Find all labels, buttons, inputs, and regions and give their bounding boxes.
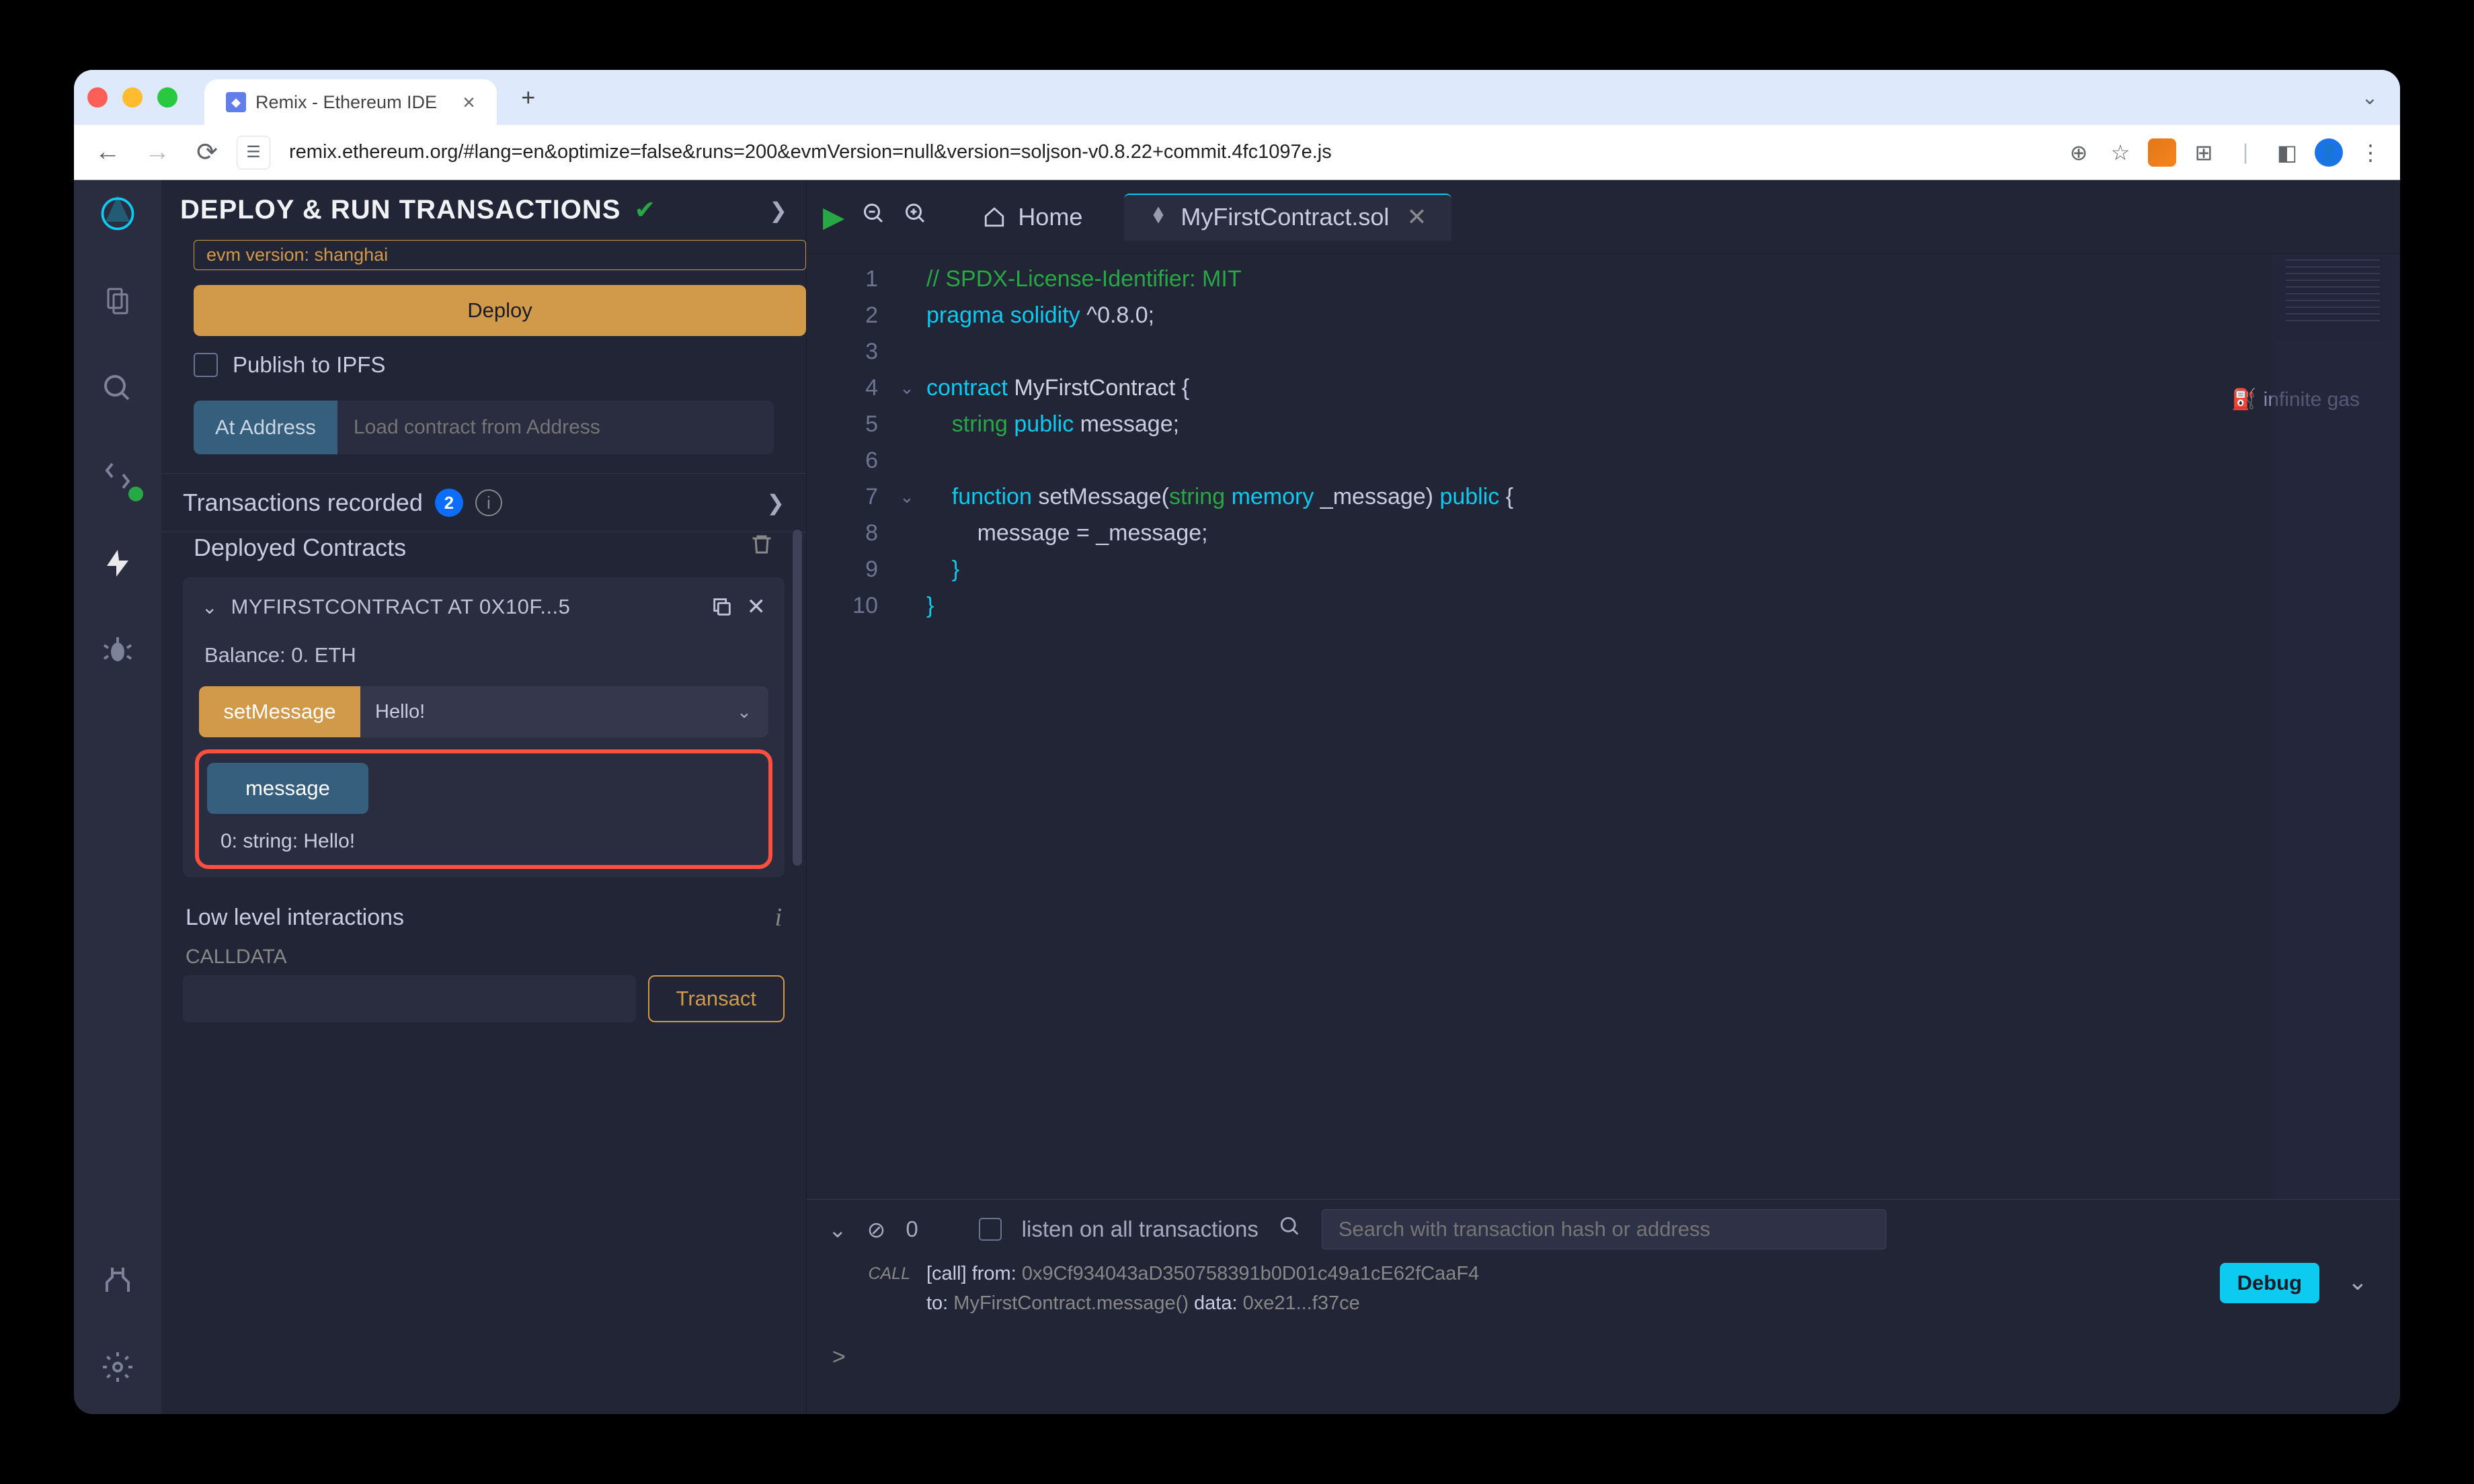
at-address-button[interactable]: At Address (194, 401, 337, 454)
window-controls (87, 87, 204, 108)
contract-collapse-icon[interactable]: ⌄ (202, 596, 217, 618)
gas-pump-icon: ⛽ (2231, 382, 2256, 418)
copy-address-icon[interactable] (711, 595, 733, 618)
calldata-label: CALLDATA (161, 944, 806, 975)
zoom-in-icon[interactable] (904, 202, 928, 233)
deploy-run-panel: DEPLOY & RUN TRANSACTIONS ✔ ❯ evm versio… (161, 180, 807, 1414)
publish-ipfs-checkbox[interactable] (194, 353, 218, 377)
nav-reload-button[interactable]: ⟳ (187, 132, 227, 173)
file-tab-label: MyFirstContract.sol (1181, 203, 1389, 231)
solidity-file-icon (1148, 203, 1168, 231)
tab-dropdown-icon[interactable]: ⌄ (2353, 81, 2387, 114)
browser-menu-icon[interactable]: ⋮ (2354, 136, 2387, 169)
fold-icon[interactable]: ⌄ (894, 479, 920, 515)
remix-favicon: ◆ (226, 92, 246, 112)
sidepanel-icon[interactable]: ◧ (2271, 136, 2303, 169)
extensions-icon[interactable]: ⊞ (2188, 136, 2220, 169)
deploy-button[interactable]: Deploy (194, 285, 806, 336)
window-maximize-btn[interactable] (157, 87, 177, 108)
code-editor[interactable]: 12345678910 ⌄⌄ // SPDX-License-Identifie… (807, 254, 2400, 1199)
window-close-btn[interactable] (87, 87, 108, 108)
fold-icon[interactable]: ⌄ (894, 370, 920, 406)
site-info-icon[interactable]: ☰ (237, 136, 270, 169)
debug-chevron-icon[interactable]: ⌄ (2348, 1267, 2368, 1296)
clear-console-icon[interactable]: ⊘ (867, 1217, 886, 1243)
panel-title: DEPLOY & RUN TRANSACTIONS (180, 195, 621, 225)
bookmark-icon[interactable]: ☆ (2104, 136, 2137, 169)
setmessage-input[interactable] (360, 686, 720, 737)
browser-chrome: ◆ Remix - Ethereum IDE × + ⌄ ← → ⟳ ☰ rem… (74, 70, 2400, 180)
tx-recorded-label: Transactions recorded (183, 489, 423, 517)
home-tab-label: Home (1018, 203, 1082, 231)
nav-back-button[interactable]: ← (87, 132, 128, 173)
contract-name: MYFIRSTCONTRACT AT 0X10F...5 (231, 595, 696, 619)
check-icon: ✔ (634, 195, 655, 225)
terminal-collapse-icon[interactable]: ⌄ (828, 1217, 847, 1243)
remove-contract-icon[interactable]: ✕ (747, 593, 766, 620)
debug-button[interactable]: Debug (2220, 1263, 2319, 1303)
zoom-out-icon[interactable] (862, 202, 886, 233)
line-gutter: 12345678910 (807, 254, 894, 1199)
deployed-contract-card: ⌄ MYFIRSTCONTRACT AT 0X10F...5 ✕ Balance… (183, 577, 785, 877)
publish-ipfs-label: Publish to IPFS (233, 352, 385, 378)
window-minimize-btn[interactable] (122, 87, 143, 108)
remix-logo-icon[interactable] (97, 194, 138, 234)
panel-chevron-icon[interactable]: ❯ (769, 198, 787, 223)
terminal-search-input[interactable] (1322, 1209, 1886, 1249)
close-tab-icon[interactable]: ✕ (1406, 203, 1427, 231)
debugger-icon[interactable] (97, 630, 138, 671)
tx-count-badge: 2 (435, 489, 463, 517)
terminal-search-icon[interactable] (1279, 1215, 1302, 1243)
tx-chevron-icon[interactable]: ❯ (766, 490, 785, 516)
pending-tx-count: 0 (906, 1217, 918, 1242)
call-tag: CALL (823, 1259, 910, 1288)
lowlevel-info-icon[interactable]: i (774, 903, 782, 932)
lowlevel-label: Low level interactions (186, 905, 404, 931)
tab-close-icon[interactable]: × (463, 90, 475, 115)
compiler-icon[interactable] (97, 456, 138, 496)
plugin-manager-icon[interactable] (97, 1260, 138, 1300)
contract-balance: Balance: 0. ETH (183, 636, 785, 686)
listen-label: listen on all transactions (1022, 1217, 1259, 1242)
browser-tab[interactable]: ◆ Remix - Ethereum IDE × (204, 79, 497, 125)
tab-title: Remix - Ethereum IDE (255, 92, 437, 113)
at-address-input[interactable] (337, 401, 774, 454)
settings-icon[interactable] (97, 1347, 138, 1387)
search-icon[interactable] (97, 368, 138, 409)
file-tab[interactable]: MyFirstContract.sol ✕ (1124, 194, 1451, 241)
message-button[interactable]: message (207, 763, 368, 814)
calldata-input[interactable] (183, 975, 636, 1022)
minimap[interactable] (2272, 254, 2400, 1199)
evm-version-badge: evm version: shanghai (194, 240, 806, 270)
deployed-contracts-label: Deployed Contracts (194, 534, 406, 562)
metamask-extension-icon[interactable] (2146, 136, 2178, 169)
info-icon[interactable]: i (475, 489, 502, 516)
nav-forward-button[interactable]: → (137, 132, 177, 173)
run-script-icon[interactable]: ▶ (823, 200, 844, 233)
code-content[interactable]: // SPDX-License-Identifier: MIT pragma s… (920, 254, 2400, 1199)
listen-checkbox[interactable] (979, 1218, 1002, 1241)
setmessage-button[interactable]: setMessage (199, 686, 360, 737)
home-tab[interactable]: Home (959, 194, 1107, 241)
expand-params-icon[interactable]: ⌄ (720, 686, 768, 737)
message-return-value: 0: string: Hello! (203, 826, 764, 854)
deploy-run-icon[interactable] (97, 543, 138, 583)
icon-bar (74, 180, 161, 1414)
highlighted-region: message 0: string: Hello! (195, 749, 772, 869)
home-icon (983, 206, 1006, 229)
transact-button[interactable]: Transact (648, 975, 785, 1022)
zoom-indicator-icon[interactable]: ⊕ (2063, 136, 2095, 169)
sidepanel-scrollbar[interactable] (793, 530, 802, 866)
trash-icon[interactable] (750, 532, 774, 563)
fold-gutter: ⌄⌄ (894, 254, 920, 1199)
terminal-prompt[interactable]: > (823, 1318, 2384, 1372)
terminal: ⌄ ⊘ 0 listen on all transactions CALL [c… (807, 1199, 2400, 1414)
main-area: ▶ Home MyFirstContract.so (807, 180, 2400, 1414)
new-tab-button[interactable]: + (510, 79, 547, 116)
file-explorer-icon[interactable] (97, 281, 138, 321)
url-bar[interactable]: remix.ethereum.org/#lang=en&optimize=fal… (280, 141, 2053, 163)
profile-button[interactable]: 👤 (2313, 136, 2345, 169)
